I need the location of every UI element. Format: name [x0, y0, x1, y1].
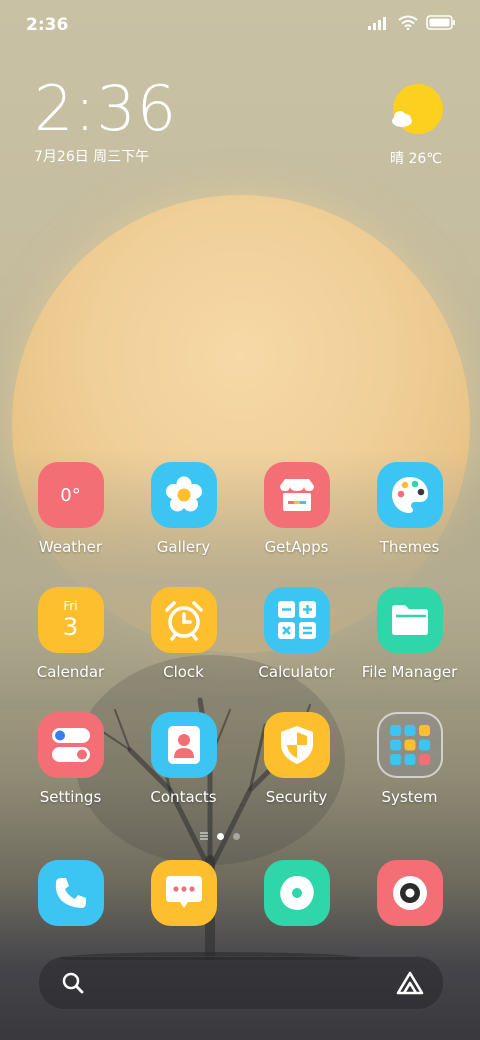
- app-row: Fri 3 Calendar Clock Calculator File Man…: [14, 587, 466, 712]
- dock-camera[interactable]: [353, 860, 466, 926]
- folder-icon[interactable]: [376, 587, 443, 653]
- app-label: Calendar: [36, 663, 105, 681]
- app-label: Contacts: [150, 788, 217, 806]
- app-label: Security: [265, 788, 328, 806]
- clock-widget-time: 2:36: [34, 72, 178, 145]
- app-file-manager[interactable]: File Manager: [353, 587, 466, 712]
- calendar-icon-day: Fri: [63, 599, 78, 613]
- app-label: File Manager: [361, 663, 458, 681]
- dock: [14, 860, 466, 926]
- app-security[interactable]: Security: [240, 712, 353, 837]
- dock-messages[interactable]: [127, 860, 240, 926]
- app-label: Gallery: [156, 538, 211, 556]
- phone-icon[interactable]: [37, 860, 104, 926]
- calendar-icon-date: 3: [62, 613, 79, 641]
- app-settings[interactable]: Settings: [14, 712, 127, 837]
- sunny-cloud-icon: [392, 84, 443, 134]
- wifi-icon: [398, 15, 418, 30]
- app-folder-system[interactable]: System: [353, 712, 466, 837]
- clock-widget[interactable]: 2:36 7月26日 周三下午: [34, 76, 177, 166]
- clock-widget-date: 7月26日 周三下午: [34, 149, 150, 165]
- search-bar[interactable]: [38, 956, 444, 1010]
- assistant-icon[interactable]: [395, 970, 425, 996]
- weather-icon[interactable]: 0°: [37, 462, 104, 528]
- app-label: Settings: [39, 788, 102, 806]
- battery-icon: [426, 15, 455, 30]
- page-indicator[interactable]: [200, 832, 240, 840]
- calculator-icon[interactable]: [263, 587, 330, 653]
- contact-card-icon[interactable]: [150, 712, 217, 778]
- page-dot[interactable]: [233, 832, 240, 840]
- flower-icon[interactable]: [150, 462, 217, 528]
- app-clock[interactable]: Clock: [127, 587, 240, 712]
- folder-grid-icon[interactable]: [376, 712, 443, 778]
- app-contacts[interactable]: Contacts: [127, 712, 240, 837]
- search-icon[interactable]: [61, 971, 85, 995]
- app-label: Themes: [379, 538, 440, 556]
- weather-widget-text: 晴 26℃: [390, 151, 442, 167]
- app-calculator[interactable]: Calculator: [240, 587, 353, 712]
- toggle-icon[interactable]: [37, 712, 104, 778]
- shield-icon[interactable]: [263, 712, 330, 778]
- list-view-icon[interactable]: [200, 832, 208, 840]
- app-calendar[interactable]: Fri 3 Calendar: [14, 587, 127, 712]
- app-row: Settings Contacts Security System: [14, 712, 466, 837]
- dock-phone[interactable]: [14, 860, 127, 926]
- app-label: Calculator: [258, 663, 335, 681]
- alarm-clock-icon[interactable]: [150, 587, 217, 653]
- palette-icon[interactable]: [376, 462, 443, 528]
- app-label: Clock: [163, 663, 204, 681]
- status-time: 2:36: [26, 15, 69, 35]
- app-label: Weather: [38, 538, 103, 556]
- app-grid: 0° Weather Gallery GetApps Themes Fri 3 …: [14, 462, 466, 837]
- app-getapps[interactable]: GetApps: [240, 462, 353, 587]
- calendar-icon[interactable]: Fri 3: [37, 587, 104, 653]
- app-themes[interactable]: Themes: [353, 462, 466, 587]
- app-weather[interactable]: 0° Weather: [14, 462, 127, 587]
- app-gallery[interactable]: Gallery: [127, 462, 240, 587]
- dock-browser[interactable]: [240, 860, 353, 926]
- page-dot-active[interactable]: [217, 832, 224, 840]
- status-bar: 2:36: [0, 0, 480, 52]
- weather-widget[interactable]: 晴 26℃: [386, 84, 446, 168]
- signal-icon: [368, 16, 386, 30]
- app-row: 0° Weather Gallery GetApps Themes: [14, 462, 466, 587]
- app-label: System: [381, 788, 438, 806]
- weather-icon-temp: 0°: [60, 484, 81, 506]
- message-icon[interactable]: [150, 860, 217, 926]
- store-icon[interactable]: [263, 462, 330, 528]
- app-label: GetApps: [264, 538, 329, 556]
- camera-icon[interactable]: [376, 860, 443, 926]
- shutter-icon[interactable]: [263, 860, 330, 926]
- status-icons: [368, 15, 456, 30]
